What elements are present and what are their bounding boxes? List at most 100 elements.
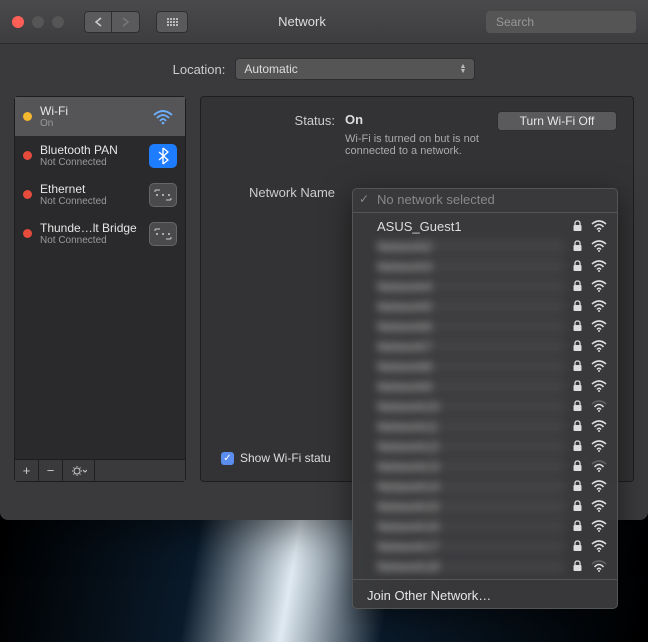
titlebar: Network xyxy=(0,0,648,44)
wifi-signal-icon xyxy=(591,280,607,292)
network-ssid: Network11 xyxy=(377,419,564,434)
lock-icon xyxy=(572,420,583,432)
network-item[interactable]: Network18 xyxy=(353,556,617,576)
network-item[interactable]: Network10 xyxy=(353,396,617,416)
interface-info: EthernetNot Connected xyxy=(40,182,141,207)
network-item[interactable]: Network17 xyxy=(353,536,617,556)
add-interface-button[interactable]: + xyxy=(15,460,39,481)
lock-icon xyxy=(572,440,583,452)
lock-icon xyxy=(572,460,583,472)
network-ssid: Network16 xyxy=(377,519,564,534)
show-wifi-checkbox[interactable]: ✓ Show Wi-Fi statu xyxy=(221,451,331,465)
wifi-signal-icon xyxy=(591,240,607,252)
interface-item-eth[interactable]: EthernetNot Connected xyxy=(15,175,185,214)
status-description: Wi-Fi is turned on but is not connected … xyxy=(345,133,487,157)
network-ssid: Network10 xyxy=(377,399,564,414)
interface-item-wifi[interactable]: Wi-FiOn xyxy=(15,97,185,136)
interface-status: Not Connected xyxy=(40,235,141,246)
lock-icon xyxy=(572,520,583,532)
menu-separator xyxy=(353,212,617,213)
checkmark-icon: ✓ xyxy=(359,192,369,206)
lock-icon xyxy=(572,340,583,352)
lock-icon xyxy=(572,560,583,572)
network-item[interactable]: Network5 xyxy=(353,296,617,316)
lock-icon xyxy=(572,500,583,512)
network-item[interactable]: Network9 xyxy=(353,376,617,396)
menu-separator xyxy=(353,579,617,580)
interface-item-tb[interactable]: Thunde…lt BridgeNot Connected xyxy=(15,214,185,253)
network-name-label: Network Name xyxy=(217,183,335,200)
location-value: Automatic xyxy=(244,62,297,76)
network-item[interactable]: Network13 xyxy=(353,456,617,476)
wifi-signal-icon xyxy=(591,480,607,492)
search-input[interactable] xyxy=(496,15,648,29)
network-item[interactable]: Network2 xyxy=(353,236,617,256)
interfaces-sidebar: Wi-FiOn Bluetooth PANNot Connected Etherne… xyxy=(14,96,186,482)
network-item[interactable]: Network14 xyxy=(353,476,617,496)
wifi-toggle-button[interactable]: Turn Wi-Fi Off xyxy=(497,111,617,131)
zoom-window-button[interactable] xyxy=(52,16,64,28)
lock-icon xyxy=(572,380,583,392)
wifi-signal-icon xyxy=(591,400,607,412)
network-item[interactable]: Network11 xyxy=(353,416,617,436)
join-other-network[interactable]: Join Other Network… xyxy=(353,583,617,608)
minimize-window-button[interactable] xyxy=(32,16,44,28)
back-button[interactable] xyxy=(84,11,112,33)
wifi-signal-icon xyxy=(591,540,607,552)
window-title: Network xyxy=(126,14,478,29)
interface-item-bt[interactable]: Bluetooth PANNot Connected xyxy=(15,136,185,175)
network-ssid: Network13 xyxy=(377,459,564,474)
interface-name: Thunde…lt Bridge xyxy=(40,221,141,235)
checkmark-icon: ✓ xyxy=(221,452,234,465)
network-item[interactable]: Network6 xyxy=(353,316,617,336)
interface-actions-button[interactable] xyxy=(63,460,95,481)
status-dot xyxy=(23,190,32,199)
network-item[interactable]: Network15 xyxy=(353,496,617,516)
status-dot xyxy=(23,229,32,238)
network-item[interactable]: Network12 xyxy=(353,436,617,456)
location-row: Location: Automatic ▲▼ xyxy=(0,44,648,90)
lock-icon xyxy=(572,400,583,412)
network-ssid: Network15 xyxy=(377,499,564,514)
wifi-signal-icon xyxy=(591,360,607,372)
dropdown-header[interactable]: ✓ No network selected xyxy=(353,189,617,209)
network-ssid: Network8 xyxy=(377,359,564,374)
network-ssid: Network14 xyxy=(377,479,564,494)
show-wifi-label: Show Wi-Fi statu xyxy=(240,451,331,465)
wifi-signal-icon xyxy=(591,520,607,532)
interface-info: Bluetooth PANNot Connected xyxy=(40,143,141,168)
status-label: Status: xyxy=(217,111,335,128)
lock-icon xyxy=(572,240,583,252)
network-item[interactable]: Network3 xyxy=(353,256,617,276)
wifi-signal-icon xyxy=(591,260,607,272)
location-popup[interactable]: Automatic ▲▼ xyxy=(235,58,475,80)
network-ssid: Network5 xyxy=(377,299,564,314)
wifi-signal-icon xyxy=(591,300,607,312)
wifi-signal-icon xyxy=(591,380,607,392)
lock-icon xyxy=(572,320,583,332)
network-item[interactable]: Network8 xyxy=(353,356,617,376)
network-item[interactable]: Network16 xyxy=(353,516,617,536)
window-controls xyxy=(12,16,64,28)
location-label: Location: xyxy=(173,62,226,77)
wifi-icon xyxy=(149,105,177,129)
wifi-signal-icon xyxy=(591,220,607,232)
search-field[interactable] xyxy=(486,11,636,33)
lock-icon xyxy=(572,540,583,552)
lock-icon xyxy=(572,280,583,292)
interface-status: Not Connected xyxy=(40,157,141,168)
network-item[interactable]: Network7 xyxy=(353,336,617,356)
network-ssid: Network3 xyxy=(377,259,564,274)
close-window-button[interactable] xyxy=(12,16,24,28)
wifi-signal-icon xyxy=(591,500,607,512)
network-item[interactable]: Network4 xyxy=(353,276,617,296)
interface-list: Wi-FiOn Bluetooth PANNot Connected Etherne… xyxy=(15,97,185,459)
interface-info: Thunde…lt BridgeNot Connected xyxy=(40,221,141,246)
lock-icon xyxy=(572,480,583,492)
lock-icon xyxy=(572,360,583,372)
interface-status: On xyxy=(40,118,141,129)
interface-name: Ethernet xyxy=(40,182,141,196)
sidebar-footer: + − xyxy=(15,459,185,481)
network-item[interactable]: ASUS_Guest1 xyxy=(353,216,617,236)
remove-interface-button[interactable]: − xyxy=(39,460,63,481)
